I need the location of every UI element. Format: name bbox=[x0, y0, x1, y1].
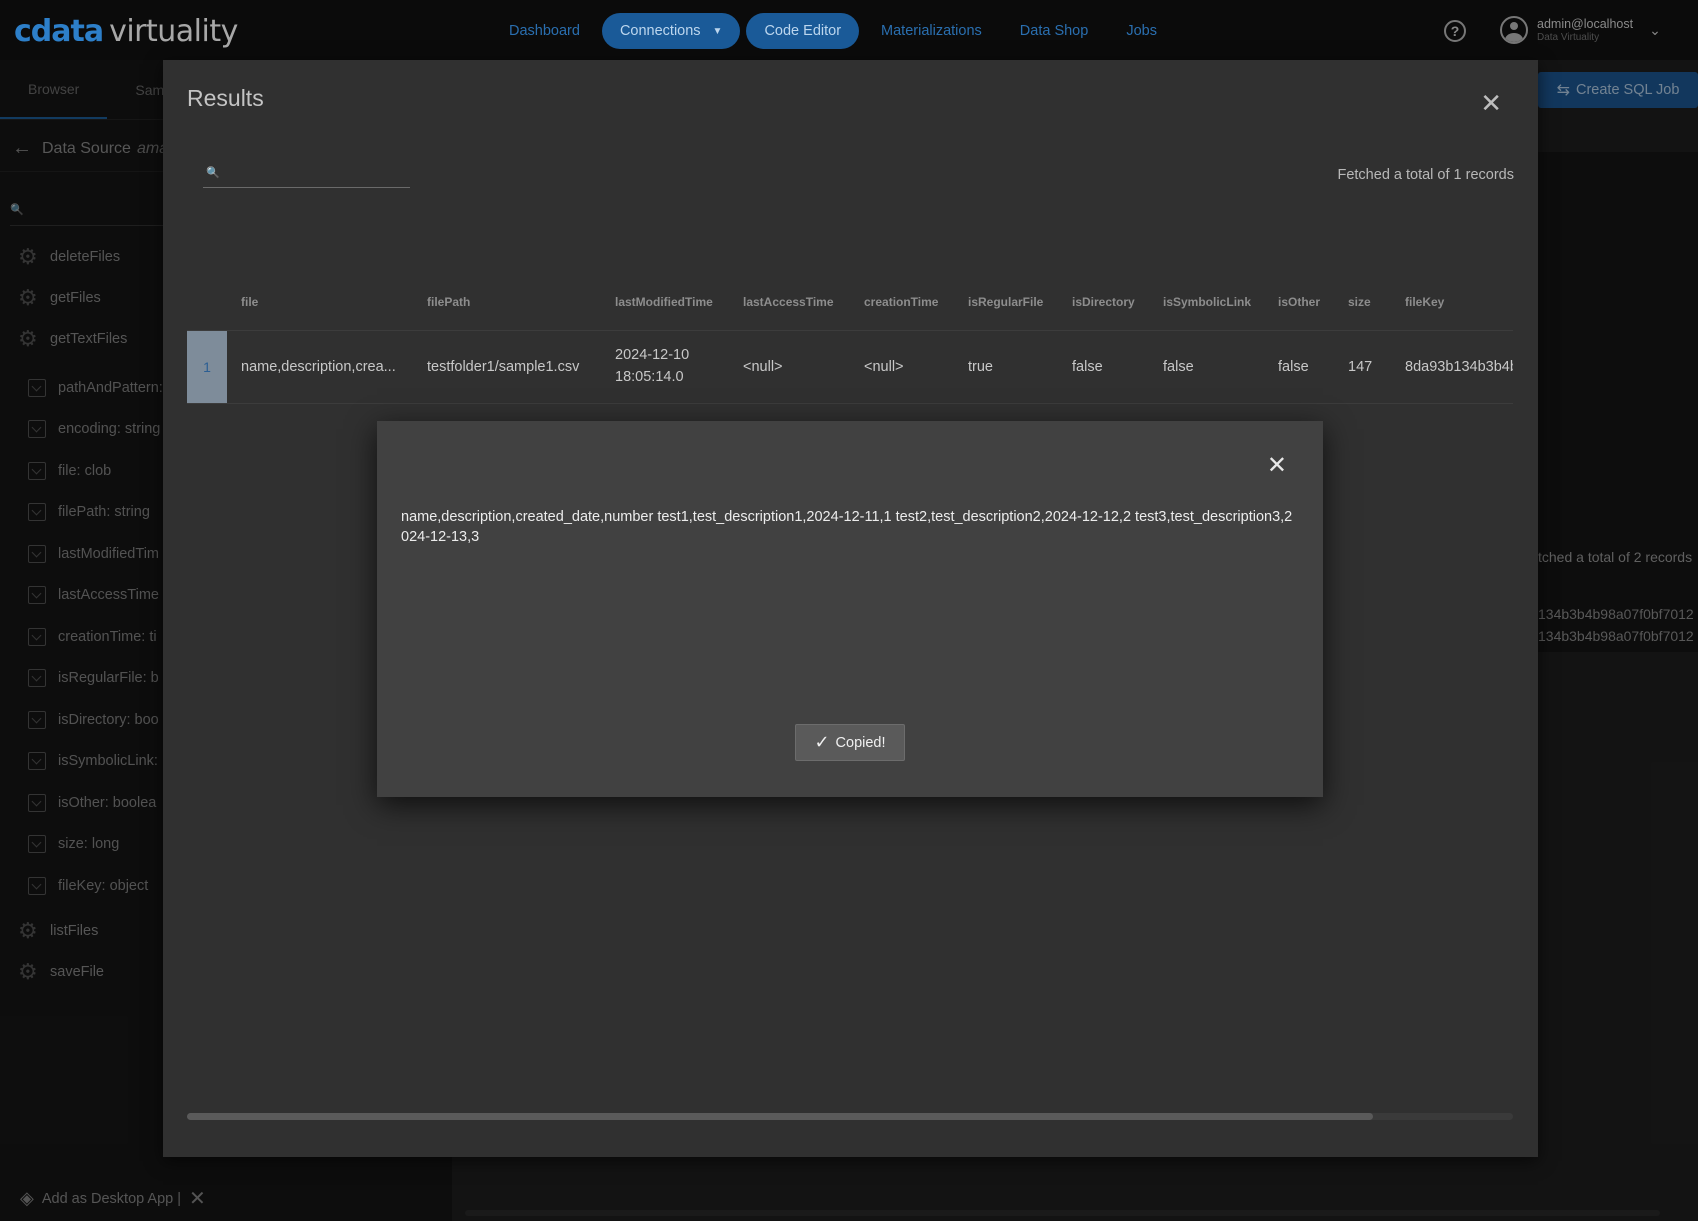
cell-is-regular-file[interactable]: true bbox=[954, 330, 1058, 404]
copy-button-label: Copied! bbox=[835, 734, 886, 751]
cell-value-text: name,description,created_date,number tes… bbox=[401, 509, 1293, 546]
column-header[interactable]: creationTime bbox=[850, 274, 954, 331]
cell-filepath[interactable]: testfolder1/sample1.csv bbox=[413, 330, 601, 404]
cell-creation-time[interactable]: <null> bbox=[850, 330, 954, 404]
column-header[interactable]: fileKey bbox=[1391, 274, 1513, 331]
user-name: admin@localhost bbox=[1537, 17, 1634, 31]
column-header[interactable]: lastAccessTime bbox=[729, 274, 850, 331]
column-header[interactable]: isOther bbox=[1264, 274, 1334, 331]
logo-product: virtuality bbox=[109, 14, 238, 49]
column-header[interactable]: filePath bbox=[413, 274, 601, 331]
column-header[interactable]: isDirectory bbox=[1058, 274, 1149, 331]
nav-connections[interactable]: Connections ▼ bbox=[601, 13, 741, 49]
close-icon[interactable]: ✕ bbox=[1480, 88, 1502, 119]
table-header-row: file filePath lastModifiedTime lastAcces… bbox=[187, 274, 1513, 331]
caret-down-icon: ▼ bbox=[712, 25, 723, 37]
user-menu[interactable]: admin@localhost Data Virtuality ⌄ bbox=[1500, 16, 1661, 44]
chevron-down-icon: ⌄ bbox=[1649, 21, 1661, 38]
cell-last-modified[interactable]: 2024-12-10 18:05:14.0 bbox=[601, 330, 729, 404]
cell-is-other[interactable]: false bbox=[1264, 330, 1334, 404]
user-org: Data Virtuality bbox=[1537, 32, 1600, 43]
cell-size[interactable]: 147 bbox=[1334, 330, 1391, 404]
check-icon: ✓ bbox=[814, 732, 830, 752]
cell-time: 18:05:14.0 bbox=[615, 368, 684, 385]
logo-brand: cdata bbox=[14, 14, 104, 49]
nav-dashboard[interactable]: Dashboard bbox=[490, 23, 599, 39]
user-avatar-icon bbox=[1500, 16, 1528, 44]
nav-data-shop[interactable]: Data Shop bbox=[1001, 23, 1108, 39]
results-record-count: Fetched a total of 1 records bbox=[1337, 167, 1514, 183]
nav-materializations[interactable]: Materializations bbox=[862, 23, 1001, 39]
app-logo[interactable]: cdata virtuality bbox=[14, 14, 238, 49]
cell-is-directory[interactable]: false bbox=[1058, 330, 1149, 404]
horizontal-scrollbar[interactable] bbox=[187, 1113, 1513, 1120]
top-navigation-bar: cdata virtuality Dashboard Connections ▼… bbox=[0, 0, 1698, 60]
user-names: admin@localhost Data Virtuality bbox=[1537, 17, 1633, 43]
nav-code-editor[interactable]: Code Editor bbox=[746, 13, 860, 49]
table-row[interactable]: 1 name,description,crea... testfolder1/s… bbox=[187, 330, 1513, 404]
main-nav: Dashboard Connections ▼ Code Editor Mate… bbox=[490, 13, 1176, 49]
copy-button[interactable]: ✓ Copied! bbox=[795, 724, 905, 761]
cell-file-key[interactable]: 8da93b134b3b4b bbox=[1391, 330, 1513, 404]
scrollbar-thumb[interactable] bbox=[187, 1113, 1373, 1120]
cell-file[interactable]: name,description,crea... bbox=[227, 330, 413, 404]
cell-is-symbolic-link[interactable]: false bbox=[1149, 330, 1264, 404]
nav-connections-label: Connections bbox=[619, 23, 701, 39]
nav-jobs[interactable]: Jobs bbox=[1107, 23, 1176, 39]
help-icon[interactable]: ? bbox=[1444, 20, 1466, 42]
cell-date: 2024-12-10 bbox=[615, 347, 690, 364]
results-table: file filePath lastModifiedTime lastAcces… bbox=[187, 274, 1513, 404]
column-header[interactable]: isRegularFile bbox=[954, 274, 1058, 331]
results-search-input[interactable]: 🔍 bbox=[203, 158, 410, 188]
search-icon: 🔍 bbox=[206, 167, 220, 179]
column-header[interactable]: file bbox=[227, 274, 413, 331]
cell-value-popup: ✕ name,description,created_date,number t… bbox=[377, 421, 1323, 797]
results-title: Results bbox=[187, 85, 264, 111]
close-icon[interactable]: ✕ bbox=[1267, 451, 1287, 480]
column-header[interactable]: isSymbolicLink bbox=[1149, 274, 1264, 331]
row-number[interactable]: 1 bbox=[187, 330, 227, 404]
column-header[interactable]: size bbox=[1334, 274, 1391, 331]
column-header bbox=[187, 274, 227, 331]
cell-last-access[interactable]: <null> bbox=[729, 330, 850, 404]
column-header[interactable]: lastModifiedTime bbox=[601, 274, 729, 331]
